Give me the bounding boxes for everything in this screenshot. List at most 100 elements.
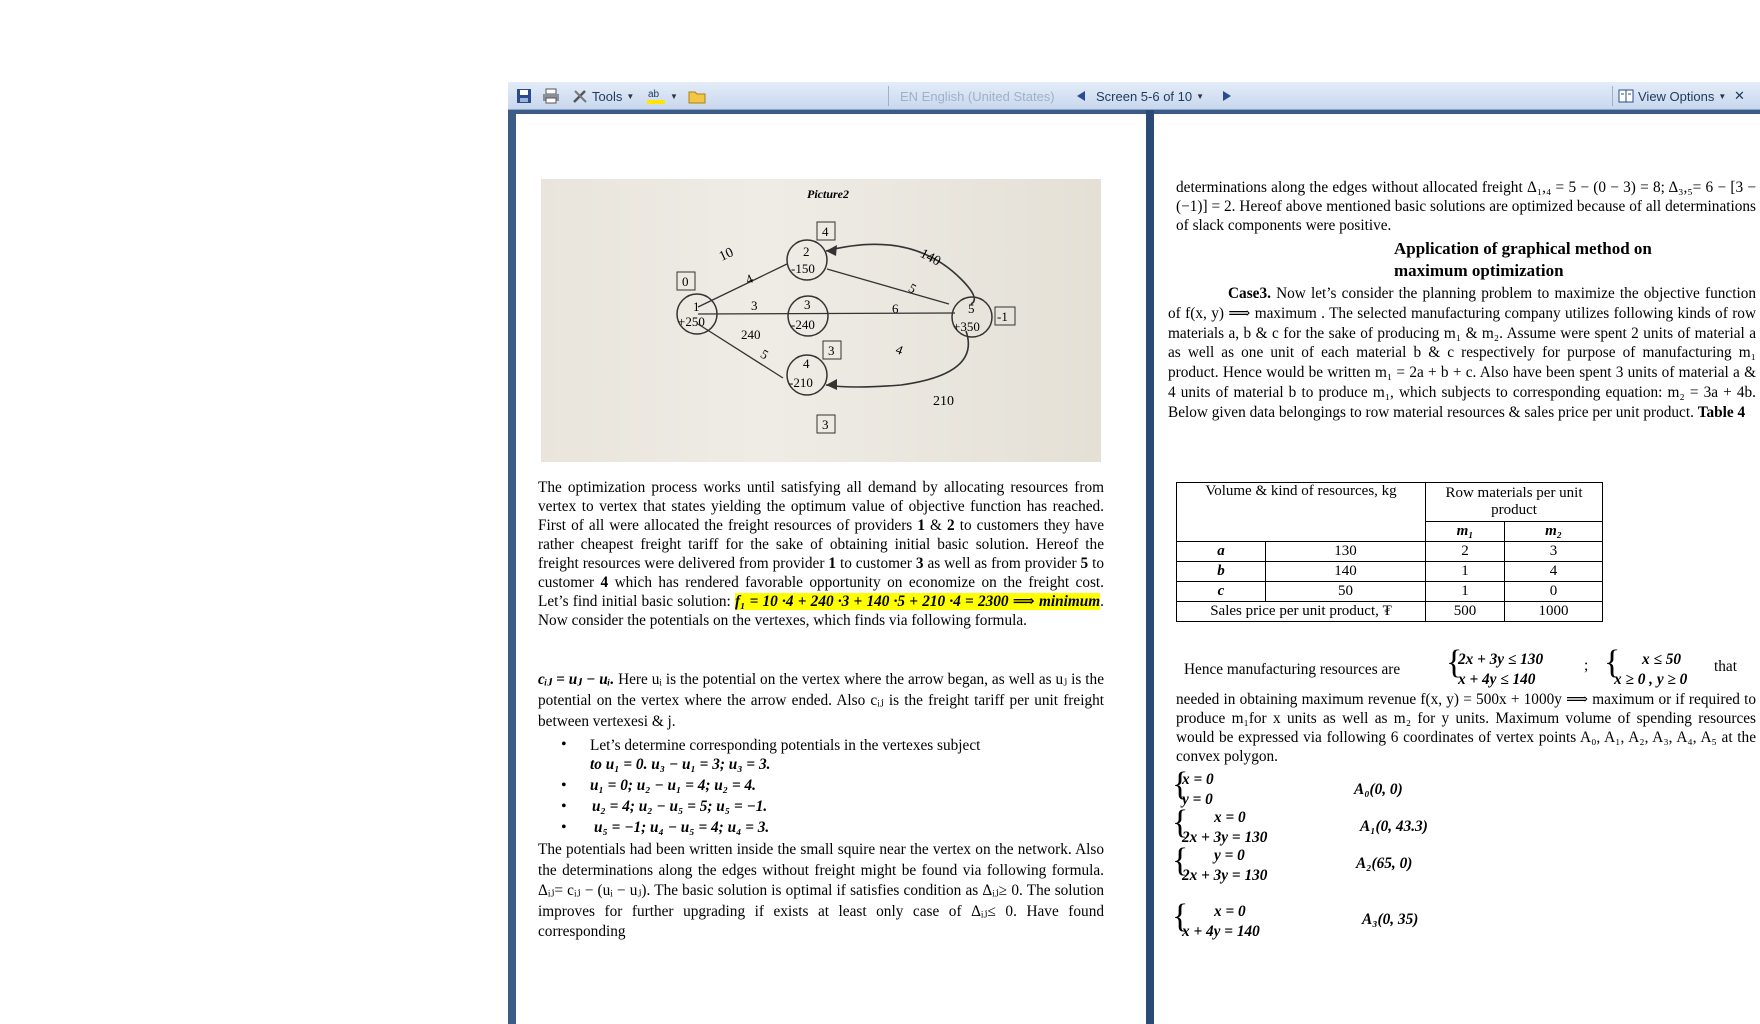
- highlight-icon: ab: [647, 89, 665, 104]
- print-icon: [543, 88, 559, 104]
- paragraph-potentials-formula: cᵢⱼ = uⱼ − uᵢ. Here uᵢ is the potential …: [538, 671, 1104, 730]
- section-heading: Application of graphical method on: [1394, 239, 1652, 258]
- table-row: c 50 1 0: [1176, 581, 1603, 602]
- edge-label: 240: [741, 327, 761, 342]
- paragraph-revenue: needed in obtaining maximum revenue f(x,…: [1176, 691, 1756, 765]
- chevron-down-icon: ▼: [670, 91, 678, 101]
- section-heading: maximum optimization: [1394, 261, 1564, 280]
- svg-text:2: 2: [803, 244, 810, 259]
- prev-screen-button[interactable]: [1076, 82, 1086, 110]
- table-header: m₁: [1424, 521, 1506, 542]
- folder-icon: [688, 91, 706, 104]
- svg-text:0: 0: [682, 274, 689, 289]
- edge-label: 5: [906, 280, 919, 296]
- svg-text:-1: -1: [997, 309, 1008, 324]
- potential-box: -1: [994, 306, 1016, 326]
- view-options-menu[interactable]: View Options ▼: [1618, 82, 1726, 110]
- network-node-3: 3 -240: [787, 295, 829, 337]
- constraint-line: x + 4y ≤ 140: [1458, 671, 1536, 688]
- svg-text:1: 1: [693, 299, 700, 314]
- paragraph-determinations-cont: determinations along the edges without a…: [1176, 179, 1756, 234]
- svg-text:-150: -150: [791, 261, 815, 276]
- svg-text:5: 5: [968, 301, 975, 316]
- svg-text:ab: ab: [648, 89, 660, 100]
- constraint-line: x ≥ 0 , y ≥ 0: [1614, 671, 1688, 688]
- vertex-point: A₃(0, 35): [1362, 911, 1419, 928]
- paragraph-case3: Case3. Now let’s consider the planning p…: [1168, 285, 1756, 421]
- edge-label: 140: [917, 246, 943, 269]
- page-divider: [1146, 110, 1154, 1024]
- chevron-down-icon: ▼: [1718, 91, 1727, 101]
- list-item: u₂ = 4; u₂ − u₅ = 5; u₅ = −1.: [592, 798, 768, 815]
- separator: ;: [1584, 657, 1589, 674]
- constraint-line: 2x + 3y ≤ 130: [1458, 651, 1544, 668]
- chevron-down-icon: ▼: [626, 91, 635, 101]
- table-row: b 140 1 4: [1176, 561, 1603, 582]
- view-options-label: View Options: [1638, 88, 1715, 104]
- edge-label: 3: [751, 298, 758, 313]
- edge-label: 210: [933, 394, 954, 409]
- table-header: Volume & kind of resources, kg: [1176, 482, 1426, 542]
- list-item: to u₁ = 0. u₃ − u₁ = 3; u₃ = 3.: [590, 756, 771, 773]
- edge-label: 4: [894, 341, 906, 357]
- paragraph-optimization: The optimization process works until sat…: [538, 479, 1105, 629]
- svg-text:-210: -210: [789, 375, 813, 390]
- reading-toolbar: Tools ▼ ab ▼ EN English (United States) …: [508, 82, 1760, 110]
- constraint-line: x ≤ 50: [1642, 651, 1681, 668]
- vertex-point: A₂(65, 0): [1356, 855, 1413, 872]
- svg-text:4: 4: [822, 224, 829, 239]
- list-item: u₁ = 0; u₂ − u₁ = 4; u₂ = 4.: [590, 777, 756, 794]
- vertex-point: A₀(0, 0): [1354, 781, 1403, 798]
- edge-label: 6: [892, 301, 899, 316]
- network-node-2: 2 -150: [786, 239, 828, 281]
- potential-box: 3: [816, 414, 836, 434]
- print-button[interactable]: [542, 82, 560, 110]
- svg-text:+250: +250: [678, 314, 705, 329]
- table-header: Row materials per unit product: [1425, 482, 1603, 522]
- left-page: Picture2 1 +250 2 -150 3 -240 4 -210 5 +…: [516, 114, 1146, 1024]
- svg-text:4: 4: [803, 356, 810, 371]
- chevron-down-icon: ▼: [1196, 91, 1205, 101]
- highlight-button[interactable]: ab ▼: [646, 82, 678, 110]
- table-row: Sales price per unit product, ₮ 500 1000: [1176, 601, 1603, 622]
- save-button[interactable]: [516, 82, 532, 110]
- next-screen-icon: [1223, 91, 1231, 101]
- save-icon: [517, 89, 531, 103]
- close-button[interactable]: ✕: [1734, 82, 1745, 110]
- paragraph-determinations: The potentials had been written inside t…: [538, 841, 1104, 940]
- tools-menu[interactable]: Tools ▼: [572, 82, 634, 110]
- highlighted-formula: f₁ = 10 ·4 + 240 ·3 + 140 ·5 + 210 ·4 = …: [734, 593, 1101, 610]
- edge-label: 10: [717, 245, 736, 265]
- resources-lead: Hence manufacturing resources are: [1184, 661, 1401, 678]
- list-item: u₅ = −1; u₄ − u₅ = 4; u₄ = 3.: [594, 819, 770, 836]
- table-header: m₂: [1504, 521, 1603, 542]
- language-label: EN English (United States): [900, 88, 1055, 104]
- figure-caption: Picture2: [807, 187, 849, 201]
- potential-box: 0: [676, 271, 696, 291]
- network-node-5: 5 +350: [951, 296, 993, 338]
- potential-box: 4: [816, 221, 836, 241]
- list-item: Let’s determine corresponding potentials…: [590, 737, 981, 754]
- potential-box: 3: [822, 340, 842, 360]
- svg-text:3: 3: [828, 343, 835, 358]
- screen-label: Screen 5-6 of 10: [1096, 88, 1193, 104]
- resources-table: Volume & kind of resources, kg Row mater…: [1176, 482, 1603, 622]
- table-row: a 130 2 3: [1176, 541, 1603, 562]
- text-that: that: [1714, 658, 1737, 675]
- folder-button[interactable]: [688, 82, 706, 110]
- language-indicator[interactable]: EN English (United States): [900, 82, 1055, 110]
- svg-text:+350: +350: [953, 319, 980, 334]
- svg-text:3: 3: [804, 297, 811, 312]
- close-icon: ✕: [1734, 88, 1745, 103]
- vertex-point: A₁(0, 43.3): [1360, 818, 1428, 835]
- network-node-4: 4 -210: [786, 354, 828, 396]
- next-screen-button[interactable]: [1222, 82, 1232, 110]
- svg-text:3: 3: [822, 417, 829, 432]
- figure-picture2: Picture2 1 +250 2 -150 3 -240 4 -210 5 +…: [541, 179, 1101, 462]
- svg-text:-240: -240: [791, 317, 815, 332]
- right-page: determinations along the edges without a…: [1154, 114, 1760, 1024]
- prev-screen-icon: [1077, 91, 1085, 101]
- edge-label: 5: [758, 346, 771, 362]
- tools-icon: [573, 90, 587, 103]
- screen-selector[interactable]: Screen 5-6 of 10 ▼: [1096, 82, 1204, 110]
